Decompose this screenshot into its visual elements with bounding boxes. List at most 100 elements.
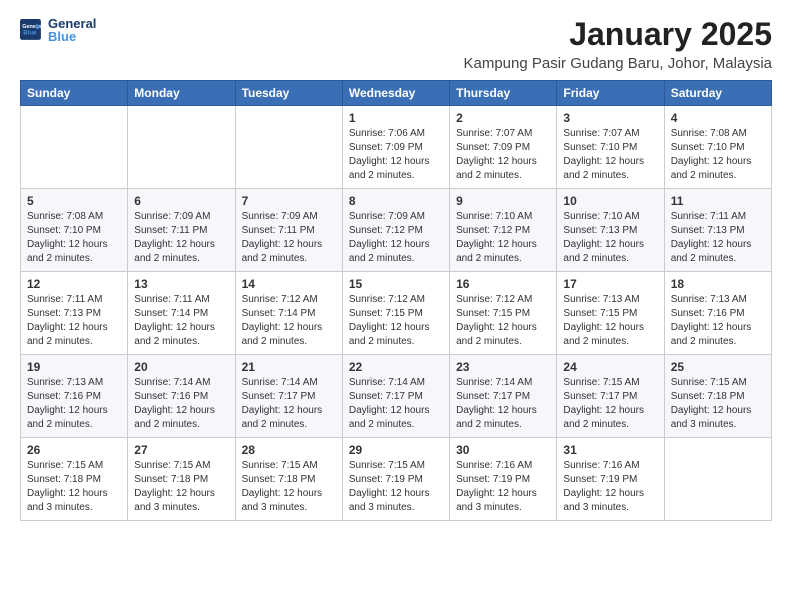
page-header: General Blue General Blue January 2025 K…	[20, 16, 772, 72]
day-number: 30	[456, 443, 550, 457]
day-number: 11	[671, 194, 765, 208]
weekday-header-monday: Monday	[128, 81, 235, 106]
calendar-cell: 24Sunrise: 7:15 AMSunset: 7:17 PMDayligh…	[557, 355, 664, 438]
day-info: Sunrise: 7:15 AMSunset: 7:18 PMDaylight:…	[242, 459, 336, 515]
day-info: Sunrise: 7:13 AMSunset: 7:16 PMDaylight:…	[671, 293, 765, 349]
calendar-cell: 4Sunrise: 7:08 AMSunset: 7:10 PMDaylight…	[664, 106, 771, 189]
day-info: Sunrise: 7:15 AMSunset: 7:18 PMDaylight:…	[671, 376, 765, 432]
day-info: Sunrise: 7:10 AMSunset: 7:13 PMDaylight:…	[563, 210, 657, 266]
calendar-cell: 21Sunrise: 7:14 AMSunset: 7:17 PMDayligh…	[235, 355, 342, 438]
day-number: 13	[134, 277, 228, 291]
calendar-cell: 15 Sunrise: 7:12 AMSunset: 7:15 PMDayligh…	[342, 272, 449, 355]
day-number: 5	[27, 194, 121, 208]
day-info: Sunrise: 7:07 AMSunset: 7:09 PMDaylight:…	[456, 127, 550, 183]
day-number: 28	[242, 443, 336, 457]
day-info: Sunrise: 7:11 AMSunset: 7:13 PMDaylight:…	[671, 210, 765, 266]
day-number: 3	[563, 111, 657, 125]
day-info: Sunrise: 7:15 AMSunset: 7:17 PMDaylight:…	[563, 376, 657, 432]
day-info: Sunrise: 7:13 AMSunset: 7:15 PMDaylight:…	[563, 293, 657, 349]
day-info: Sunrise: 7:15 AMSunset: 7:18 PMDaylight:…	[27, 459, 121, 515]
calendar-cell: 25 Sunrise: 7:15 AMSunset: 7:18 PMDayligh…	[664, 355, 771, 438]
calendar-cell: 26 Sunrise: 7:15 AMSunset: 7:18 PMDayligh…	[21, 438, 128, 521]
calendar-cell: 22 Sunrise: 7:14 AMSunset: 7:17 PMDayligh…	[342, 355, 449, 438]
calendar-cell	[21, 106, 128, 189]
day-number: 22	[349, 360, 443, 374]
calendar-week-row: 1Sunrise: 7:06 AMSunset: 7:09 PMDaylight…	[21, 106, 772, 189]
location-title: Kampung Pasir Gudang Baru, Johor, Malays…	[463, 55, 772, 72]
day-info: Sunrise: 7:11 AMSunset: 7:14 PMDaylight:…	[134, 293, 228, 349]
calendar-week-row: 19Sunrise: 7:13 AMSunset: 7:16 PMDayligh…	[21, 355, 772, 438]
day-number: 17	[563, 277, 657, 291]
logo: General Blue General Blue	[20, 16, 96, 44]
month-title: January 2025	[463, 16, 772, 53]
weekday-header-friday: Friday	[557, 81, 664, 106]
day-number: 9	[456, 194, 550, 208]
calendar-cell: 31 Sunrise: 7:16 AMSunset: 7:19 PMDayligh…	[557, 438, 664, 521]
day-info: Sunrise: 7:14 AMSunset: 7:16 PMDaylight:…	[134, 376, 228, 432]
calendar-cell	[128, 106, 235, 189]
day-number: 7	[242, 194, 336, 208]
weekday-header-sunday: Sunday	[21, 81, 128, 106]
day-info: Sunrise: 7:16 AMSunset: 7:19 PMDaylight:…	[563, 459, 657, 515]
day-info: Sunrise: 7:09 AMSunset: 7:12 PMDaylight:…	[349, 210, 443, 266]
calendar-cell: 7 Sunrise: 7:09 AMSunset: 7:11 PMDaylight…	[235, 189, 342, 272]
svg-text:Blue: Blue	[23, 30, 37, 36]
day-number: 25	[671, 360, 765, 374]
calendar-cell: 16Sunrise: 7:12 AMSunset: 7:15 PMDayligh…	[450, 272, 557, 355]
day-number: 20	[134, 360, 228, 374]
calendar-cell: 5Sunrise: 7:08 AMSunset: 7:10 PMDaylight…	[21, 189, 128, 272]
logo-text-blue: Blue	[48, 29, 96, 44]
day-number: 18	[671, 277, 765, 291]
day-info: Sunrise: 7:12 AMSunset: 7:14 PMDaylight:…	[242, 293, 336, 349]
calendar-cell: 14 Sunrise: 7:12 AMSunset: 7:14 PMDayligh…	[235, 272, 342, 355]
day-info: Sunrise: 7:16 AMSunset: 7:19 PMDaylight:…	[456, 459, 550, 515]
logo-icon: General Blue	[20, 19, 42, 41]
calendar-cell: 2Sunrise: 7:07 AMSunset: 7:09 PMDaylight…	[450, 106, 557, 189]
day-number: 14	[242, 277, 336, 291]
calendar-cell: 23Sunrise: 7:14 AMSunset: 7:17 PMDayligh…	[450, 355, 557, 438]
weekday-header-saturday: Saturday	[664, 81, 771, 106]
calendar-cell: 6Sunrise: 7:09 AMSunset: 7:11 PMDaylight…	[128, 189, 235, 272]
day-info: Sunrise: 7:07 AMSunset: 7:10 PMDaylight:…	[563, 127, 657, 183]
calendar-week-row: 26 Sunrise: 7:15 AMSunset: 7:18 PMDayligh…	[21, 438, 772, 521]
day-info: Sunrise: 7:09 AMSunset: 7:11 PMDaylight:…	[242, 210, 336, 266]
calendar-cell: 8 Sunrise: 7:09 AMSunset: 7:12 PMDaylight…	[342, 189, 449, 272]
day-info: Sunrise: 7:09 AMSunset: 7:11 PMDaylight:…	[134, 210, 228, 266]
calendar-cell: 18 Sunrise: 7:13 AMSunset: 7:16 PMDayligh…	[664, 272, 771, 355]
day-info: Sunrise: 7:14 AMSunset: 7:17 PMDaylight:…	[349, 376, 443, 432]
calendar-cell: 19Sunrise: 7:13 AMSunset: 7:16 PMDayligh…	[21, 355, 128, 438]
day-number: 10	[563, 194, 657, 208]
calendar-cell: 9 Sunrise: 7:10 AMSunset: 7:12 PMDaylight…	[450, 189, 557, 272]
weekday-header-thursday: Thursday	[450, 81, 557, 106]
calendar-cell: 13 Sunrise: 7:11 AMSunset: 7:14 PMDayligh…	[128, 272, 235, 355]
calendar-cell: 10 Sunrise: 7:10 AMSunset: 7:13 PMDayligh…	[557, 189, 664, 272]
calendar-cell: 3 Sunrise: 7:07 AMSunset: 7:10 PMDaylight…	[557, 106, 664, 189]
day-info: Sunrise: 7:14 AMSunset: 7:17 PMDaylight:…	[456, 376, 550, 432]
weekday-header-tuesday: Tuesday	[235, 81, 342, 106]
calendar-cell: 1Sunrise: 7:06 AMSunset: 7:09 PMDaylight…	[342, 106, 449, 189]
day-number: 8	[349, 194, 443, 208]
calendar-cell: 27 Sunrise: 7:15 AMSunset: 7:18 PMDayligh…	[128, 438, 235, 521]
day-info: Sunrise: 7:12 AMSunset: 7:15 PMDaylight:…	[349, 293, 443, 349]
day-info: Sunrise: 7:15 AMSunset: 7:18 PMDaylight:…	[134, 459, 228, 515]
calendar-cell: 12Sunrise: 7:11 AMSunset: 7:13 PMDayligh…	[21, 272, 128, 355]
day-info: Sunrise: 7:13 AMSunset: 7:16 PMDaylight:…	[27, 376, 121, 432]
day-number: 16	[456, 277, 550, 291]
day-number: 26	[27, 443, 121, 457]
title-block: January 2025 Kampung Pasir Gudang Baru, …	[463, 16, 772, 72]
day-number: 15	[349, 277, 443, 291]
day-number: 29	[349, 443, 443, 457]
day-number: 31	[563, 443, 657, 457]
day-number: 27	[134, 443, 228, 457]
calendar-cell: 17 Sunrise: 7:13 AMSunset: 7:15 PMDayligh…	[557, 272, 664, 355]
day-info: Sunrise: 7:06 AMSunset: 7:09 PMDaylight:…	[349, 127, 443, 183]
calendar-week-row: 12Sunrise: 7:11 AMSunset: 7:13 PMDayligh…	[21, 272, 772, 355]
day-info: Sunrise: 7:11 AMSunset: 7:13 PMDaylight:…	[27, 293, 121, 349]
weekday-header-row: SundayMondayTuesdayWednesdayThursdayFrid…	[21, 81, 772, 106]
day-number: 21	[242, 360, 336, 374]
day-info: Sunrise: 7:15 AMSunset: 7:19 PMDaylight:…	[349, 459, 443, 515]
calendar-cell: 30 Sunrise: 7:16 AMSunset: 7:19 PMDayligh…	[450, 438, 557, 521]
weekday-header-wednesday: Wednesday	[342, 81, 449, 106]
day-info: Sunrise: 7:10 AMSunset: 7:12 PMDaylight:…	[456, 210, 550, 266]
calendar-cell	[664, 438, 771, 521]
